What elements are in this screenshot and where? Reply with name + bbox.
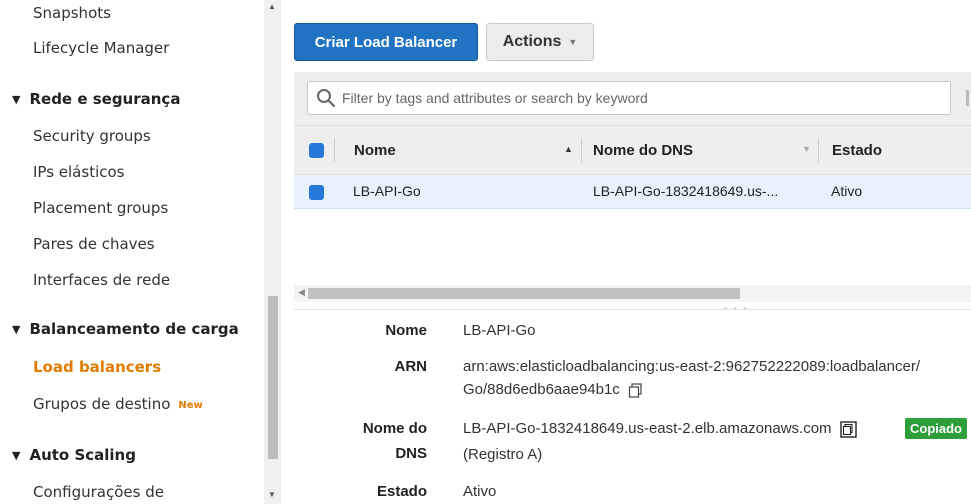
sort-ascending-icon[interactable]: ▲ bbox=[564, 144, 573, 154]
table-scrollbar-thumb[interactable] bbox=[308, 288, 740, 299]
sidebar-item-target-groups[interactable]: Grupos de destino New bbox=[33, 395, 203, 413]
sidebar-item-lifecycle-manager[interactable]: Lifecycle Manager bbox=[33, 39, 169, 57]
table-row[interactable]: LB-API-Go LB-API-Go-1832418649.us-... At… bbox=[294, 175, 971, 209]
sidebar-item-key-pairs[interactable]: Pares de chaves bbox=[33, 235, 155, 253]
scroll-left-icon[interactable]: ◀ bbox=[298, 287, 305, 298]
copy-icon[interactable] bbox=[840, 420, 857, 438]
search-icon bbox=[317, 89, 336, 108]
sidebar-item-elastic-ips[interactable]: IPs elásticos bbox=[33, 163, 124, 181]
detail-value-arn-line2: Go/88d6edb6aae94b1c bbox=[463, 381, 643, 398]
detail-label-nome: Nome bbox=[385, 322, 427, 339]
sidebar-item-launch-configurations[interactable]: Configurações de bbox=[33, 483, 164, 501]
detail-value-estado: Ativo bbox=[463, 483, 497, 500]
column-header-dns[interactable]: Nome do DNS bbox=[593, 142, 693, 159]
detail-value-dns: LB-API-Go-1832418649.us-east-2.elb.amazo… bbox=[463, 420, 857, 438]
select-all-checkbox[interactable] bbox=[309, 143, 324, 158]
panel-divider bbox=[294, 309, 971, 310]
search-input[interactable]: Filter by tags and attributes or search … bbox=[307, 81, 951, 115]
dns-name: LB-API-Go-1832418649.us-east-2.elb.amazo… bbox=[463, 420, 832, 437]
sidebar-item-placement-groups[interactable]: Placement groups bbox=[33, 199, 168, 217]
sidebar: Snapshots Lifecycle Manager ▼ Rede e segu… bbox=[0, 0, 262, 504]
cell-nome: LB-API-Go bbox=[353, 183, 421, 199]
column-divider bbox=[818, 138, 819, 162]
cell-dns: LB-API-Go-1832418649.us-... bbox=[593, 183, 779, 199]
sidebar-item-snapshots[interactable]: Snapshots bbox=[33, 4, 111, 22]
scroll-up-icon[interactable]: ▲ bbox=[268, 2, 276, 11]
copy-icon[interactable] bbox=[628, 382, 643, 398]
caret-down-icon: ▼ bbox=[12, 93, 21, 106]
sidebar-item-label: Grupos de destino bbox=[33, 395, 171, 413]
actions-dropdown-button[interactable]: Actions ▼ bbox=[486, 23, 594, 61]
sidebar-item-network-interfaces[interactable]: Interfaces de rede bbox=[33, 271, 170, 289]
sidebar-section-auto-scaling[interactable]: ▼ Auto Scaling bbox=[12, 446, 136, 464]
sidebar-item-security-groups[interactable]: Security groups bbox=[33, 127, 151, 145]
column-divider bbox=[581, 138, 582, 162]
arn-suffix: Go/88d6edb6aae94b1c bbox=[463, 381, 620, 398]
caret-down-icon: ▼ bbox=[12, 449, 21, 462]
sidebar-section-load-balancing[interactable]: ▼ Balanceamento de carga bbox=[12, 320, 239, 338]
scroll-down-icon[interactable]: ▼ bbox=[268, 490, 276, 499]
detail-value-dns-record: (Registro A) bbox=[463, 446, 543, 463]
sidebar-item-load-balancers[interactable]: Load balancers bbox=[33, 358, 161, 376]
column-divider bbox=[334, 138, 335, 162]
detail-label-dns-1: Nome do bbox=[362, 420, 427, 437]
sidebar-section-network[interactable]: ▼ Rede e segurança bbox=[12, 90, 180, 108]
copied-badge: Copiado bbox=[905, 418, 967, 439]
sidebar-section-label: Rede e segurança bbox=[29, 90, 181, 108]
filter-pager[interactable] bbox=[966, 90, 969, 106]
cell-estado: Ativo bbox=[831, 183, 863, 199]
chevron-down-icon: ▼ bbox=[568, 37, 578, 47]
row-checkbox[interactable] bbox=[309, 185, 324, 200]
sidebar-section-label: Balanceamento de carga bbox=[29, 320, 239, 338]
caret-down-icon: ▼ bbox=[12, 323, 21, 336]
column-header-estado[interactable]: Estado bbox=[832, 142, 882, 159]
sidebar-section-label: Auto Scaling bbox=[29, 446, 136, 464]
new-badge: New bbox=[178, 400, 203, 411]
detail-label-dns-2: DNS bbox=[395, 445, 427, 462]
detail-value-nome: LB-API-Go bbox=[463, 322, 536, 339]
detail-label-arn: ARN bbox=[394, 358, 428, 375]
sort-icon[interactable]: ▼ bbox=[802, 144, 811, 154]
detail-label-estado: Estado bbox=[376, 483, 427, 500]
detail-value-arn-line1: arn:aws:elasticloadbalancing:us-east-2:9… bbox=[463, 358, 920, 375]
sidebar-scrollbar-thumb[interactable] bbox=[268, 296, 278, 459]
column-header-nome[interactable]: Nome bbox=[354, 142, 396, 159]
create-load-balancer-button[interactable]: Criar Load Balancer bbox=[294, 23, 478, 61]
search-placeholder: Filter by tags and attributes or search … bbox=[342, 90, 648, 106]
table-header: Nome ▲ Nome do DNS ▼ Estado bbox=[294, 125, 971, 175]
actions-label: Actions bbox=[502, 33, 562, 50]
